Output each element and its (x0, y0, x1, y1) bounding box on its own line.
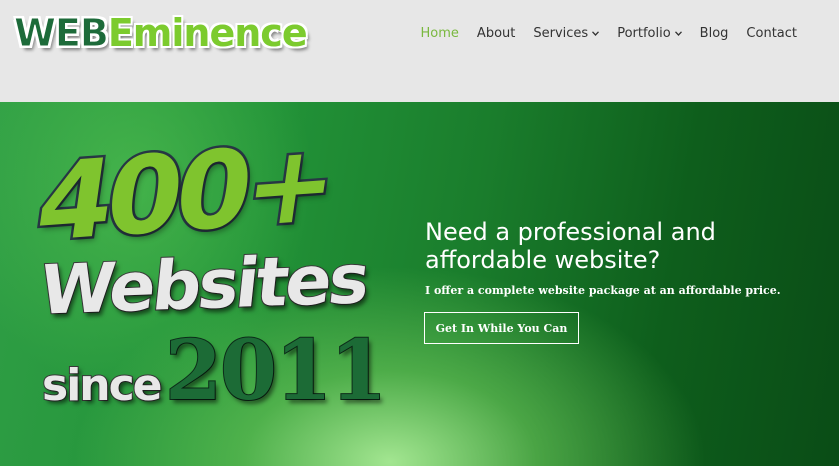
hero-graphic-since: since (41, 360, 164, 411)
nav-item-label: Blog (699, 25, 729, 41)
hero-headline-line2: affordable website? (425, 246, 661, 274)
nav-item-label: Home (420, 25, 459, 41)
nav-item-contact[interactable]: Contact (746, 26, 797, 41)
nav-item-label: Services (533, 25, 589, 41)
nav-item-label: Portfolio (617, 25, 671, 41)
main-nav: Home About Services Portfolio Blog Conta… (421, 24, 797, 42)
nav-item-services[interactable]: Services (533, 25, 600, 41)
chevron-down-icon (674, 29, 682, 39)
hero-banner: 400+ Websites since 2011 Need a professi… (0, 102, 839, 466)
nav-item-home[interactable]: Home (421, 26, 459, 41)
logo-text-eminence: Eminence (107, 11, 308, 55)
chevron-down-icon (592, 29, 600, 39)
hero-headline-line1: Need a professional and (425, 218, 716, 246)
nav-item-about[interactable]: About (477, 26, 515, 41)
hero-graphic-websites: Websites (35, 239, 372, 331)
hero-graphic-year: 2011 (164, 323, 388, 419)
nav-item-label: Contact (746, 25, 797, 41)
site-logo[interactable]: WEB Eminence (14, 6, 308, 60)
nav-item-label: About (476, 25, 516, 41)
hero-headline: Need a professional and affordable websi… (425, 218, 805, 274)
nav-item-blog[interactable]: Blog (700, 26, 729, 41)
nav-item-portfolio[interactable]: Portfolio (617, 25, 682, 41)
logo-text-web: WEB (14, 11, 110, 56)
site-header: WEB Eminence Home About Services Portfoli… (0, 0, 839, 102)
cta-button[interactable]: Get In While You Can (424, 312, 579, 344)
hero-graphic-count: 400+ (27, 118, 341, 268)
hero-subline: I offer a complete website package at an… (425, 284, 781, 297)
